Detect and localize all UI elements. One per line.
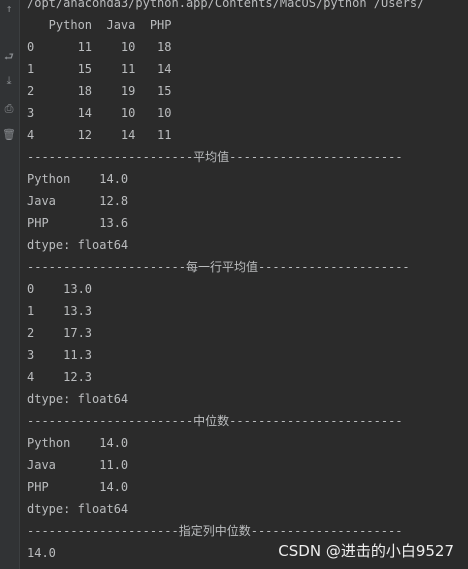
run-console-output[interactable]: /opt/anaconda3/python.app/Contents/MacOS… bbox=[27, 0, 468, 569]
output-line: Python 14.0 bbox=[27, 436, 129, 450]
scroll-to-end-icon[interactable]: ⤓ bbox=[2, 74, 16, 88]
output-line: Java 12.8 bbox=[27, 194, 129, 208]
output-line: 0 13.0 bbox=[27, 282, 93, 296]
print-icon[interactable]: ⎙ bbox=[2, 102, 16, 116]
output-line: Java 11.0 bbox=[27, 458, 129, 472]
output-line: PHP 14.0 bbox=[27, 480, 129, 494]
dtype-line: dtype: float64 bbox=[27, 238, 129, 252]
trash-icon[interactable]: 🗑 bbox=[2, 128, 16, 142]
output-line: Python 14.0 bbox=[27, 172, 129, 186]
output-line: 4 12.3 bbox=[27, 370, 93, 384]
dataframe-row: 0 11 10 18 bbox=[27, 40, 172, 54]
dataframe-row: 4 12 14 11 bbox=[27, 128, 172, 142]
section-separator: -----------------------平均值--------------… bbox=[27, 150, 403, 164]
dataframe-row: 2 18 19 15 bbox=[27, 84, 172, 98]
dtype-line: dtype: float64 bbox=[27, 502, 129, 516]
scroll-up-icon[interactable]: ↑ bbox=[2, 2, 16, 16]
command-line: /opt/anaconda3/python.app/Contents/MacOS… bbox=[27, 0, 425, 10]
dataframe-header: Python Java PHP bbox=[27, 18, 172, 32]
section-separator: ---------------------指定列中位数-------------… bbox=[27, 524, 403, 538]
wrap-lines-icon[interactable]: ⮐ bbox=[2, 50, 16, 64]
output-line: 2 17.3 bbox=[27, 326, 93, 340]
csdn-watermark: CSDN @进击的小白9527 bbox=[278, 542, 454, 560]
dataframe-row: 1 15 11 14 bbox=[27, 62, 172, 76]
dataframe-row: 3 14 10 10 bbox=[27, 106, 172, 120]
section-separator: -----------------------中位数--------------… bbox=[27, 414, 403, 428]
output-line: 3 11.3 bbox=[27, 348, 93, 362]
console-toolbar: ↑ ⮐ ⤓ ⎙ 🗑 bbox=[0, 0, 20, 569]
dtype-line: dtype: float64 bbox=[27, 392, 129, 406]
output-line: 1 13.3 bbox=[27, 304, 93, 318]
output-line: PHP 13.6 bbox=[27, 216, 129, 230]
section-separator: ----------------------每一行平均值------------… bbox=[27, 260, 410, 274]
